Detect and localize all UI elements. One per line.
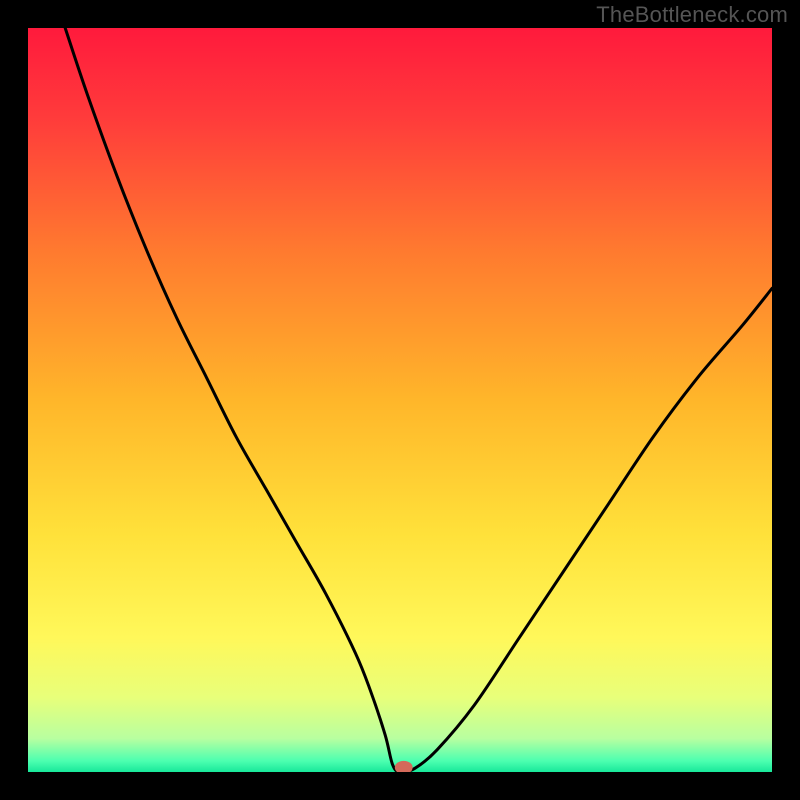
gradient-background <box>28 28 772 772</box>
watermark-text: TheBottleneck.com <box>596 2 788 28</box>
plot-area <box>28 28 772 772</box>
chart-frame: TheBottleneck.com <box>0 0 800 800</box>
bottleneck-chart <box>28 28 772 772</box>
